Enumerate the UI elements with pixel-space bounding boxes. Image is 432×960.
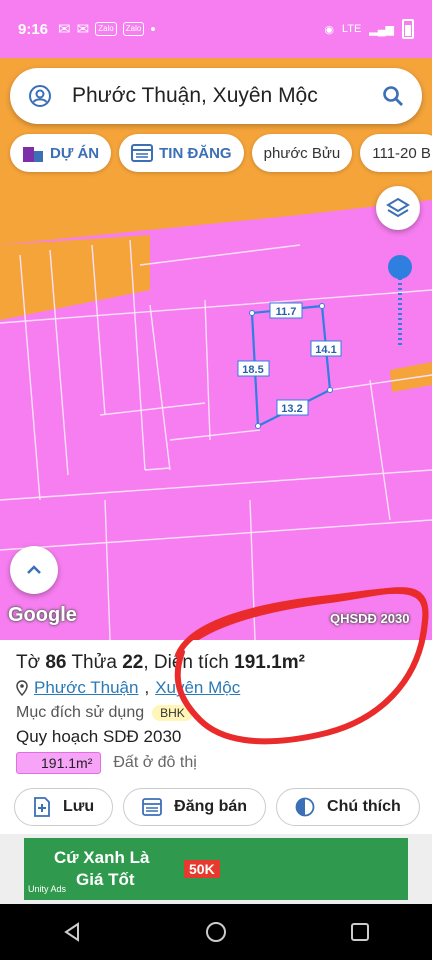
svg-text:18.5: 18.5 (242, 364, 263, 376)
listing-icon (131, 144, 154, 162)
purpose-label: Mục đích sử dụng (16, 704, 145, 721)
area-value: 191.1m² (234, 652, 305, 673)
expand-button[interactable] (10, 546, 58, 594)
parcel-address: Phước Thuận, Xuyên Mộc (16, 678, 240, 698)
signal-icon: ▂▄▆ (369, 23, 394, 36)
svg-text:11.7: 11.7 (276, 306, 297, 318)
search-bar[interactable]: Phước Thuận, Xuyên Mộc (10, 68, 422, 124)
building-icon (23, 147, 43, 162)
messenger-icon: ✉ (58, 21, 71, 38)
plan-row: 191.1m² Đất ở đô thị (16, 752, 197, 774)
lte-icon: LTE (341, 23, 362, 35)
location-icon: ◉ (324, 23, 334, 36)
search-icon[interactable] (382, 85, 404, 107)
account-icon[interactable] (28, 84, 52, 108)
battery-icon (402, 19, 414, 39)
land-purpose: Mục đích sử dụng BHK (16, 704, 193, 722)
area-label: Diện tích (153, 652, 229, 673)
notification-icons: ✉ ✉ Zalo Zalo • (58, 20, 156, 39)
sheet-label: Tờ (16, 652, 41, 673)
layers-icon (386, 197, 410, 218)
parcel-info-sheet: Tờ 86 Thửa 22, Diện tích 191.1m² Phước T… (0, 640, 432, 834)
legend-button[interactable]: Chú thích (276, 788, 420, 826)
district-link[interactable]: Xuyên Mộc (155, 678, 240, 698)
system-icons: ◉ LTE ▂▄▆ (324, 19, 414, 39)
plan-area-badge: 191.1m² (16, 752, 102, 774)
chip-tin-dang[interactable]: TIN ĐĂNG (119, 134, 244, 172)
filter-chips: DỰ ÁN TIN ĐĂNG phước Bửu 111-20 B (10, 134, 432, 172)
layers-button[interactable] (376, 186, 420, 230)
chip-label: 111-20 B (372, 144, 431, 162)
contrast-icon (295, 797, 315, 817)
chip-label: DỰ ÁN (50, 144, 100, 162)
sheet-number: 86 (45, 652, 67, 673)
status-bar: 9:16 ✉ ✉ Zalo Zalo • ◉ LTE ▂▄▆ (0, 0, 432, 58)
dot-icon: • (150, 20, 156, 38)
ad-headline: Cứ Xanh Là (54, 848, 150, 867)
ad-promo: 50K (184, 860, 220, 878)
location-pin-icon (16, 680, 28, 696)
svg-text:13.2: 13.2 (281, 403, 302, 415)
ward-link[interactable]: Phước Thuận (34, 678, 138, 698)
ad-creative[interactable]: Cứ Xanh Là Giá Tốt 50K Unity Ads (24, 838, 408, 900)
messenger-icon-2: ✉ (76, 21, 90, 38)
parcel-summary: Tờ 86 Thửa 22, Diện tích 191.1m² (16, 652, 305, 673)
action-buttons: Lưu Đăng bán Chú thích (14, 788, 420, 826)
home-icon[interactable] (205, 921, 227, 943)
svg-text:14.1: 14.1 (315, 344, 336, 356)
search-query[interactable]: Phước Thuận, Xuyên Mộc (72, 84, 382, 108)
layer-tag: QHSDĐ 2030 (330, 611, 410, 626)
plan-type: Đất ở đô thị (113, 754, 197, 771)
zalo-icon-2: Zalo (122, 22, 145, 36)
edge-label-left: 18.5 (237, 360, 270, 377)
chip-du-an[interactable]: DỰ ÁN (10, 134, 112, 172)
system-nav-bar (0, 904, 432, 960)
edge-label-right: 14.1 (310, 340, 342, 357)
save-label: Lưu (63, 798, 95, 815)
lot-label: Thửa (71, 652, 117, 673)
add-file-icon (34, 797, 50, 817)
chip-label: phước Bửu (263, 144, 341, 162)
opacity-slider-handle[interactable] (388, 255, 412, 279)
ad-subline: Giá Tốt (76, 870, 135, 889)
save-button[interactable]: Lưu (14, 788, 114, 826)
back-icon[interactable] (61, 921, 83, 943)
post-sale-label: Đăng bán (174, 798, 248, 815)
clock: 9:16 (18, 20, 49, 38)
listing-icon (142, 798, 163, 816)
lot-number: 22 (122, 652, 144, 673)
chip-111-20[interactable]: 111-20 B (360, 134, 432, 172)
plan-title: Quy hoạch SDĐ 2030 (16, 727, 182, 746)
chevron-up-icon (27, 565, 41, 574)
google-logo: Google (8, 604, 77, 626)
ad-brand: Unity Ads (28, 884, 67, 894)
chip-phuoc-buu[interactable]: phước Bửu (251, 134, 353, 172)
legend-label: Chú thích (327, 798, 401, 815)
edge-label-bottom: 13.2 (276, 399, 309, 416)
edge-label-top: 11.7 (269, 302, 303, 319)
zalo-icon: Zalo (95, 22, 117, 36)
post-sale-button[interactable]: Đăng bán (123, 788, 267, 826)
recents-icon[interactable] (349, 921, 371, 943)
chip-label: TIN ĐĂNG (159, 144, 232, 162)
ad-banner[interactable]: Cứ Xanh Là Giá Tốt 50K Unity Ads (0, 834, 432, 904)
purpose-badge: BHK (152, 705, 193, 721)
